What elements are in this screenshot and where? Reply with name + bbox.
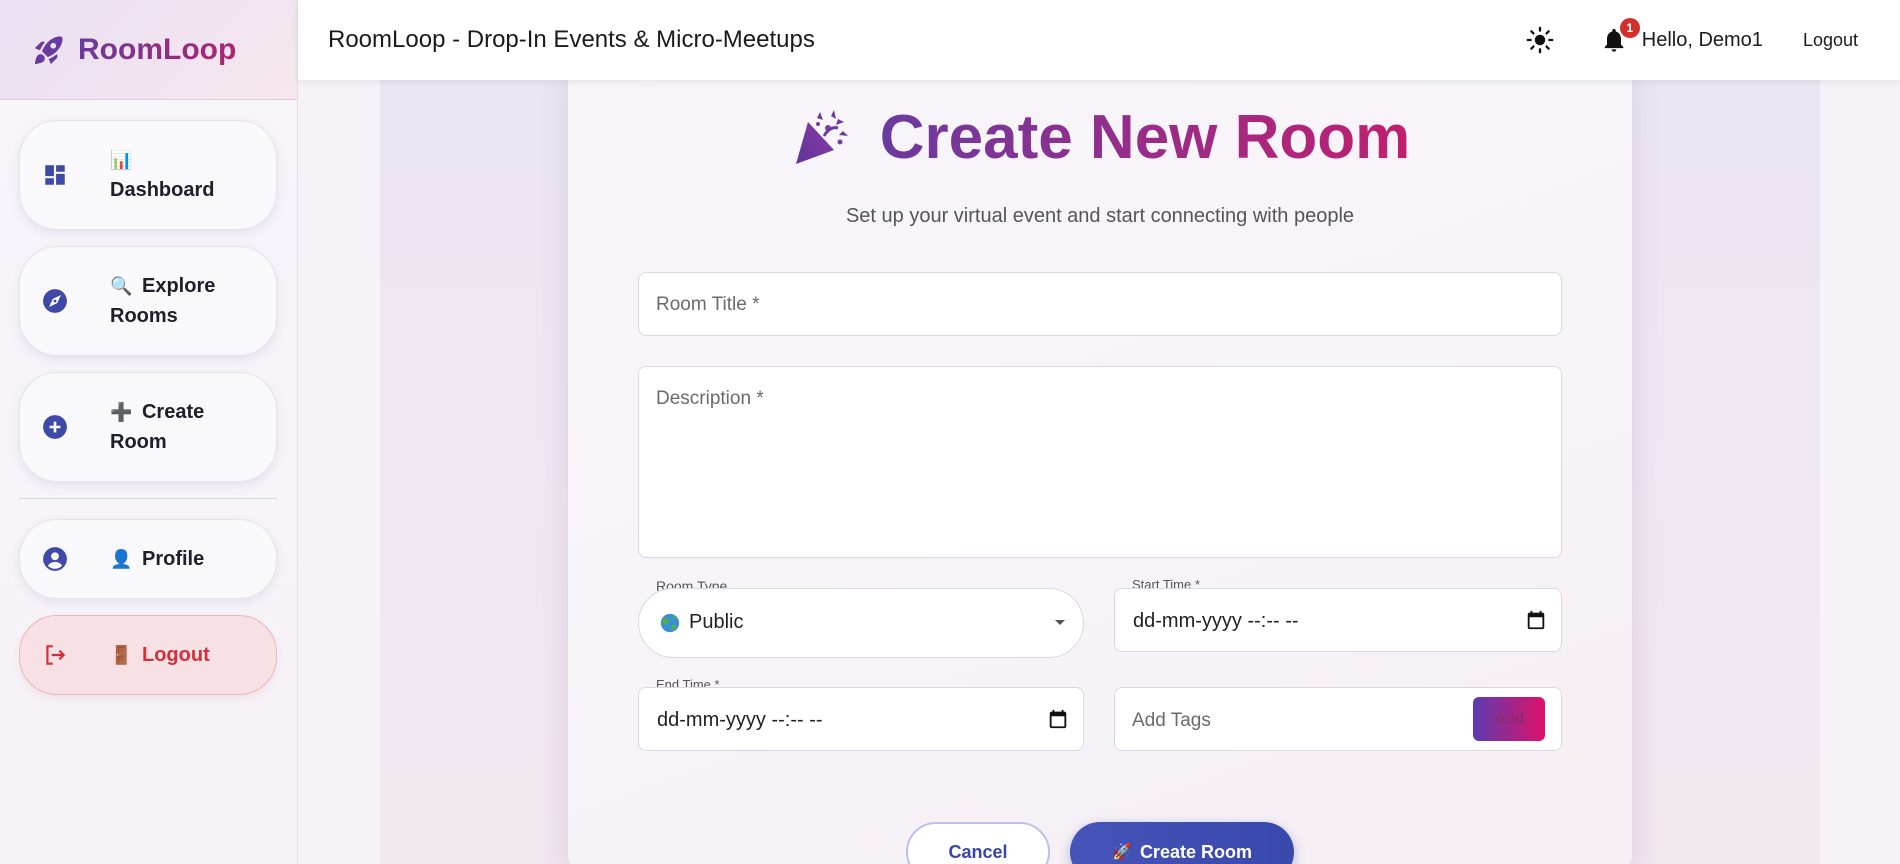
logout-icon xyxy=(42,642,68,668)
description-textarea[interactable]: Description * xyxy=(638,366,1562,558)
magnifier-emoji-icon: 🔍 xyxy=(110,276,133,296)
sidebar-item-profile[interactable]: 👤 Profile xyxy=(19,519,277,599)
sidebar-divider xyxy=(19,498,277,499)
party-popper-icon xyxy=(795,109,848,164)
add-circle-icon xyxy=(42,414,68,440)
sidebar-item-label: 📊 Dashboard xyxy=(110,150,215,201)
sidebar-nav: 📊 Dashboard 🔍 Explore Rooms ➕ Create Roo… xyxy=(0,100,297,695)
page-title: Create New Room xyxy=(568,102,1632,173)
account-circle-icon xyxy=(42,546,68,572)
sidebar-item-dashboard[interactable]: 📊 Dashboard xyxy=(19,120,277,230)
start-time-input[interactable]: dd-mm-yyyy --:-- -- xyxy=(1114,588,1562,652)
sidebar-item-create-room[interactable]: ➕ Create Room xyxy=(19,372,277,482)
compass-icon xyxy=(42,288,68,314)
create-room-card: Create New Room Set up your virtual even… xyxy=(568,70,1632,864)
page-subtitle: Set up your virtual event and start conn… xyxy=(845,205,1355,227)
tags-placeholder: Add Tags xyxy=(1132,710,1211,731)
chevron-down-icon xyxy=(1055,620,1065,625)
room-title-placeholder: Room Title * xyxy=(656,294,760,315)
brand-name: RoomLoop xyxy=(78,32,237,66)
user-greeting: Hello, Demo1 xyxy=(1641,28,1763,51)
dashboard-icon xyxy=(42,162,68,188)
notifications-button[interactable]: 1 xyxy=(1598,18,1640,56)
sidebar-item-explore-rooms[interactable]: 🔍 Explore Rooms xyxy=(19,246,277,356)
theme-toggle-button[interactable] xyxy=(1524,24,1556,56)
sidebar-item-label: 👤 Profile xyxy=(110,548,205,570)
description-placeholder: Description * xyxy=(656,388,764,409)
add-tag-button[interactable]: Add xyxy=(1473,697,1545,741)
rocket-icon xyxy=(34,36,63,64)
rocket-emoji-icon: 🚀 xyxy=(1112,844,1132,861)
top-header: RoomLoop - Drop-In Events & Micro-Meetup… xyxy=(298,0,1900,80)
notification-badge: 1 xyxy=(1619,18,1640,38)
sidebar: RoomLoop 📊 Dashboard 🔍 Explore Rooms ➕ C… xyxy=(0,0,298,864)
create-room-label: Create Room xyxy=(1139,841,1252,862)
sidebar-item-label: ➕ Create Room xyxy=(110,401,205,453)
page-title-text: Create New Room xyxy=(879,103,1411,172)
end-time-input[interactable]: dd-mm-yyyy --:-- -- xyxy=(638,687,1084,751)
tags-input[interactable]: Add Tags Add xyxy=(1114,687,1562,751)
room-title-input[interactable]: Room Title * xyxy=(638,272,1562,336)
sidebar-item-logout[interactable]: 🚪 Logout xyxy=(19,615,277,695)
header-logout-button[interactable]: Logout xyxy=(1803,30,1858,51)
end-time-value: dd-mm-yyyy --:-- -- xyxy=(657,709,823,731)
sun-icon xyxy=(1526,26,1554,54)
person-emoji-icon: 👤 xyxy=(110,549,133,569)
room-type-value: Public xyxy=(659,611,743,634)
calendar-icon[interactable] xyxy=(1525,609,1547,631)
plus-emoji-icon: ➕ xyxy=(110,402,133,422)
start-time-value: dd-mm-yyyy --:-- -- xyxy=(1133,610,1299,632)
chart-emoji-icon: 📊 xyxy=(110,150,133,170)
create-room-button[interactable]: 🚀 Create Room xyxy=(1070,822,1294,864)
brand[interactable]: RoomLoop xyxy=(0,0,297,100)
door-emoji-icon: 🚪 xyxy=(110,645,133,665)
room-type-select[interactable]: Public xyxy=(638,588,1084,658)
app-title: RoomLoop - Drop-In Events & Micro-Meetup… xyxy=(328,26,815,53)
cancel-button[interactable]: Cancel xyxy=(906,822,1050,864)
sidebar-item-label: 🔍 Explore Rooms xyxy=(110,275,216,327)
calendar-icon[interactable] xyxy=(1047,708,1069,730)
sidebar-item-label: 🚪 Logout xyxy=(110,644,210,666)
globe-icon xyxy=(660,613,680,632)
